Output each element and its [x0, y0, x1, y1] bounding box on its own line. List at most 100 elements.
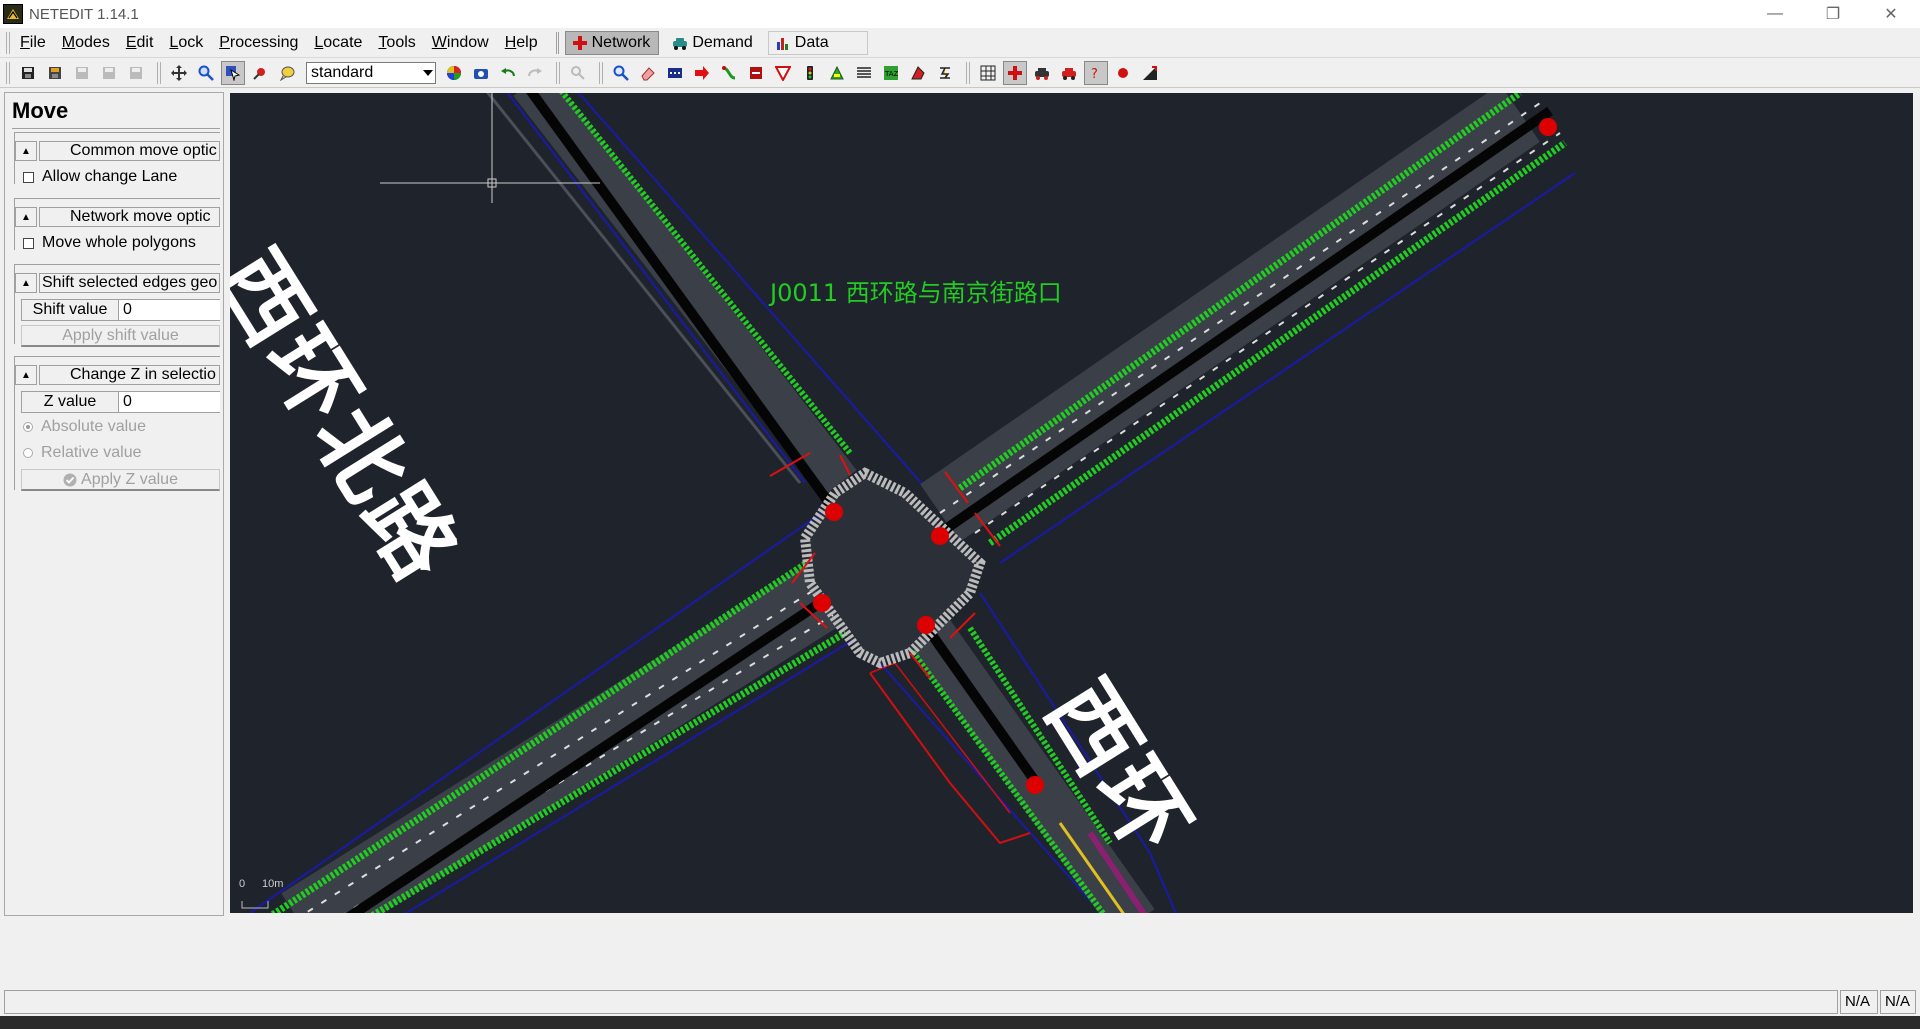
group-label: Network move optic [39, 207, 220, 227]
inspect-mode-icon[interactable] [609, 61, 633, 85]
additional-icon[interactable] [825, 61, 849, 85]
menu-processing[interactable]: Processing [219, 34, 298, 52]
polygon-icon[interactable] [906, 61, 930, 85]
create-edge-icon[interactable] [690, 61, 714, 85]
select-pointer-icon[interactable] [221, 60, 245, 85]
redo-icon[interactable] [523, 61, 547, 85]
network-mode-button[interactable]: Network [564, 30, 660, 55]
grid-icon[interactable] [976, 61, 1000, 85]
apply-shift-button[interactable]: Apply shift value [21, 325, 220, 347]
menu-file[interactable]: File [20, 34, 46, 52]
z-value-label: Z value [21, 391, 119, 413]
crossing-triangle-icon[interactable] [771, 61, 795, 85]
absolute-value-radio[interactable]: Absolute value [15, 415, 220, 439]
menu-window[interactable]: Window [432, 34, 489, 52]
checkbox-box[interactable] [23, 171, 34, 183]
undo-icon[interactable] [496, 61, 520, 85]
collapse-arrow-icon[interactable]: ▲ [15, 207, 37, 227]
collapse-arrow-icon[interactable]: ▲ [15, 365, 37, 385]
group-label: Shift selected edges geo [39, 273, 220, 293]
menu-lock[interactable]: Lock [169, 34, 203, 52]
shift-value-label: Shift value [21, 299, 119, 321]
traffic-light-icon[interactable] [798, 61, 822, 85]
move-arrows-icon[interactable] [167, 61, 191, 85]
restore-button[interactable]: ❐ [1804, 0, 1862, 28]
network-canvas[interactable]: J0011 西环路与南京街路口 西环北路 西环 0 10m [230, 93, 1913, 913]
toolbar-grip[interactable] [556, 61, 560, 84]
toolbar-grip[interactable] [966, 61, 970, 84]
junction-dot[interactable] [917, 616, 935, 634]
color-wheel-icon[interactable] [442, 61, 466, 85]
menu-modes[interactable]: Modes [62, 34, 110, 52]
network-icon [572, 35, 588, 51]
delete-eraser-icon[interactable] [636, 61, 660, 85]
close-button[interactable]: ✕ [1862, 0, 1920, 28]
save-additionals-icon[interactable] [43, 61, 67, 85]
apply-z-button[interactable]: Apply Z value [21, 469, 220, 491]
collapse-arrow-icon[interactable]: ▲ [15, 273, 37, 293]
title-bar: NETEDIT 1.14.1 — ❐ ✕ [0, 0, 1920, 28]
move-whole-polygons-checkbox[interactable]: Move whole polygons [15, 231, 220, 255]
taz-icon[interactable]: TAZ [879, 61, 903, 85]
prohibition-icon[interactable] [744, 61, 768, 85]
show-question-icon[interactable]: ? [1084, 60, 1108, 85]
save-disabled-icon[interactable] [97, 61, 121, 85]
menu-locate[interactable]: Locate [314, 34, 362, 52]
save-disabled-icon[interactable] [70, 61, 94, 85]
allow-change-lane-checkbox[interactable]: Allow change Lane [15, 165, 220, 189]
junction-dot[interactable] [813, 594, 831, 612]
save-disabled-icon[interactable] [124, 61, 148, 85]
netedit-logo-icon [3, 4, 23, 24]
status-coord-1: N/A [1840, 990, 1878, 1014]
group-label: Change Z in selectio [39, 365, 220, 385]
bar-chart-icon [775, 35, 791, 51]
elevation-icon[interactable] [1138, 61, 1162, 85]
status-message [4, 990, 1838, 1014]
relative-value-radio[interactable]: Relative value [15, 441, 220, 465]
color-scheme-select[interactable]: standard [306, 61, 436, 84]
status-bar: N/A N/A [0, 988, 1920, 1016]
menu-help[interactable]: Help [505, 34, 538, 52]
spread-lanes-icon[interactable] [1003, 60, 1027, 85]
radio-button[interactable] [23, 448, 33, 458]
inspect-icon[interactable] [248, 61, 272, 85]
wire-icon[interactable] [933, 61, 957, 85]
save-network-icon[interactable] [16, 61, 40, 85]
scale-zero-label: 0 [239, 878, 246, 890]
junction-dots [813, 118, 1557, 794]
toolbar-grip[interactable] [599, 61, 603, 84]
collapse-arrow-icon[interactable]: ▲ [15, 141, 37, 161]
locate-disabled-icon[interactable] [566, 61, 590, 85]
mode-separator [555, 31, 559, 54]
junction-dot[interactable] [1026, 776, 1044, 794]
junction-label: J0011 西环路与南京街路口 [770, 279, 1062, 307]
menu-tools[interactable]: Tools [378, 34, 415, 52]
z-value-input[interactable]: 0 [119, 391, 220, 413]
comment-icon[interactable] [275, 61, 299, 85]
connection-icon[interactable] [717, 61, 741, 85]
common-move-options-group: ▲ Common move optic Allow change Lane [14, 132, 220, 185]
group-label: Common move optic [39, 141, 220, 161]
select-mode-icon[interactable] [663, 61, 687, 85]
zoom-icon[interactable] [194, 61, 218, 85]
screenshot-camera-icon[interactable] [469, 61, 493, 85]
junction-dot[interactable] [1539, 118, 1557, 136]
show-demand-icon[interactable] [1030, 61, 1054, 85]
demand-mode-button[interactable]: Demand [665, 31, 761, 55]
toolbar-grip[interactable] [157, 61, 161, 84]
wires-icon[interactable] [852, 61, 876, 85]
minimize-button[interactable]: — [1746, 0, 1804, 28]
radio-button[interactable] [23, 422, 33, 432]
menu-edit[interactable]: Edit [126, 34, 154, 52]
toolbar-grip[interactable] [6, 61, 10, 84]
change-z-group: ▲ Change Z in selectio Z value 0 Absolut… [14, 356, 220, 491]
junction-dot[interactable] [931, 527, 949, 545]
menu-grip[interactable] [6, 31, 10, 54]
checkbox-box[interactable] [23, 237, 34, 249]
shift-value-input[interactable]: 0 [119, 299, 220, 321]
show-vehicles-icon[interactable] [1057, 61, 1081, 85]
data-mode-button[interactable]: Data [767, 30, 868, 55]
junction-dot[interactable] [825, 503, 843, 521]
menu-bar: File Modes Edit Lock Processing Locate T… [0, 28, 1920, 58]
junction-dot-icon[interactable] [1111, 61, 1135, 85]
